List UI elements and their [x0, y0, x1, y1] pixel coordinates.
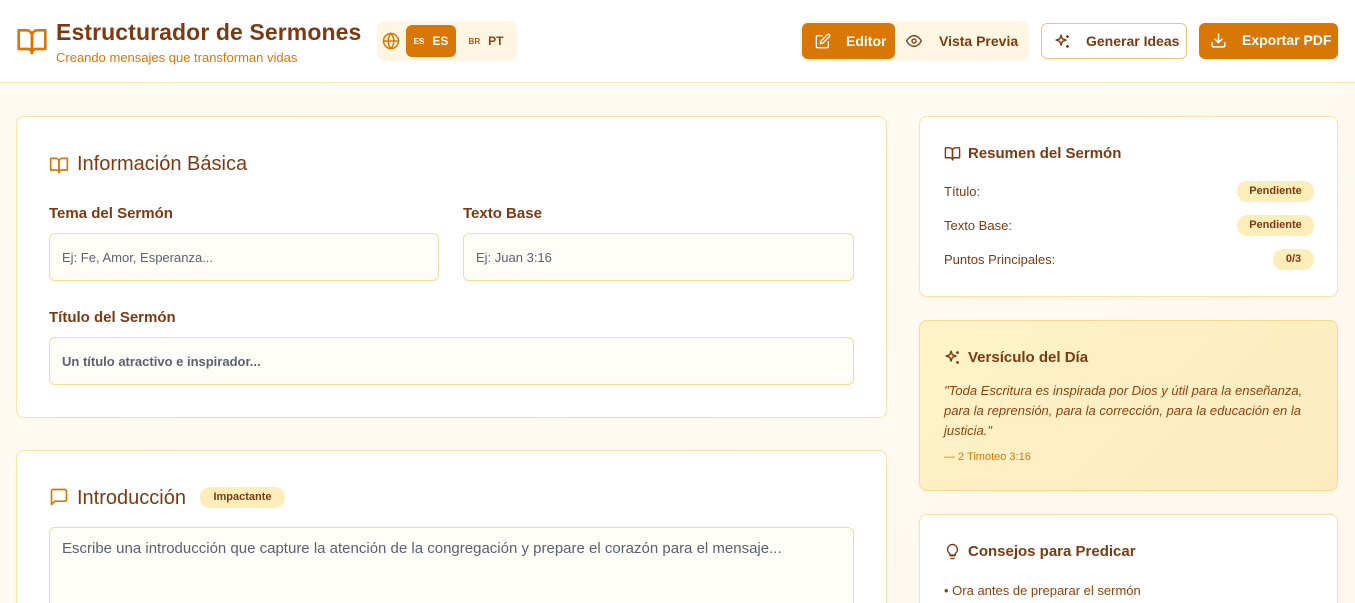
summary-title-status: Pendiente — [1237, 181, 1314, 202]
tips-title: Consejos para Predicar — [968, 543, 1136, 560]
summary-title-label: Título: — [944, 184, 981, 199]
eye-icon — [906, 35, 922, 47]
basic-info-card: Información Básica Tema del Sermón Texto… — [16, 116, 887, 418]
tip-item: • Ora antes de preparar el sermón — [944, 583, 1141, 598]
language-switcher: ES ES BR PT — [377, 21, 517, 61]
download-icon — [1211, 33, 1226, 48]
base-text-input[interactable] — [463, 233, 854, 281]
book-open-icon — [49, 157, 69, 174]
summary-points-label: Puntos Principales: — [944, 252, 1056, 267]
preview-mode-label: Vista Previa — [939, 33, 1019, 49]
introduction-card: Introducción Impactante — [16, 450, 887, 603]
introduction-textarea[interactable] — [49, 527, 854, 603]
view-mode-toggle: Editor Vista Previa — [800, 21, 1029, 61]
sermon-summary-card: Resumen del Sermón Título: Pendiente Tex… — [919, 116, 1338, 297]
sparkles-icon — [945, 350, 959, 364]
verse-text: "Toda Escritura es inspirada por Dios y … — [944, 383, 1303, 438]
message-square-icon — [50, 488, 68, 506]
theme-input[interactable] — [49, 233, 439, 281]
generate-ideas-label: Generar Ideas — [1086, 33, 1180, 49]
introduction-badge: Impactante — [200, 487, 285, 508]
lightbulb-icon — [946, 543, 959, 560]
flag-es-icon: ES — [413, 36, 425, 46]
summary-text-label: Texto Base: — [944, 218, 1012, 233]
preview-mode-button[interactable]: Vista Previa — [897, 23, 1027, 59]
app-subtitle: Creando mensajes que transforman vidas — [56, 50, 298, 65]
sermon-title-label: Título del Sermón — [49, 309, 176, 326]
generate-ideas-button[interactable]: Generar Ideas — [1041, 23, 1187, 59]
app-header: Estructurador de Sermones Creando mensaj… — [0, 0, 1355, 83]
verse-title: Versículo del Día — [968, 349, 1089, 366]
verse-reference: — 2 Timoteo 3:16 — [944, 451, 1031, 463]
book-open-icon — [17, 29, 47, 55]
basic-info-title: Información Básica — [77, 153, 248, 175]
base-text-label: Texto Base — [463, 205, 542, 222]
language-pt-button[interactable]: BR PT — [461, 25, 511, 57]
theme-label: Tema del Sermón — [49, 205, 173, 222]
edit-icon — [815, 33, 831, 49]
globe-icon — [382, 32, 400, 50]
language-pt-label: PT — [488, 34, 504, 48]
language-es-button[interactable]: ES ES — [406, 25, 456, 57]
app-title: Estructurador de Sermones — [56, 19, 362, 45]
editor-mode-button[interactable]: Editor — [802, 23, 895, 59]
summary-points-count: 0/3 — [1273, 249, 1314, 270]
preaching-tips-card: Consejos para Predicar • Ora antes de pr… — [919, 514, 1338, 603]
export-pdf-button[interactable]: Exportar PDF — [1199, 23, 1338, 59]
editor-mode-label: Editor — [846, 33, 887, 49]
verse-of-day-card: Versículo del Día "Toda Escritura es ins… — [919, 320, 1338, 491]
summary-text-status: Pendiente — [1237, 215, 1314, 236]
sparkles-icon — [1055, 34, 1069, 48]
sermon-title-input[interactable] — [49, 337, 854, 385]
introduction-title: Introducción — [77, 487, 186, 509]
language-es-label: ES — [432, 34, 449, 48]
export-pdf-label: Exportar PDF — [1242, 32, 1332, 48]
flag-br-icon: BR — [468, 36, 481, 46]
book-open-icon — [944, 147, 961, 161]
summary-title: Resumen del Sermón — [968, 145, 1122, 162]
